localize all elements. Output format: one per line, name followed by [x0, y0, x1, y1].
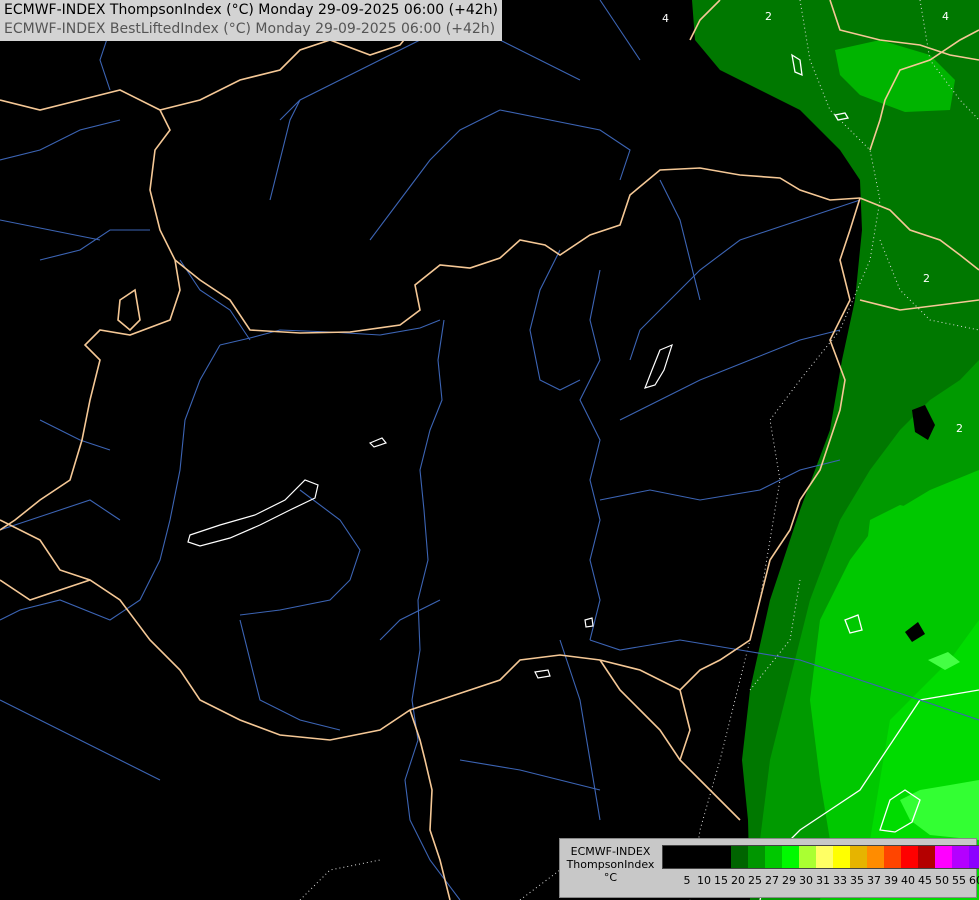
forecast-map[interactable]: 2 2 4 4 2 — [0, 0, 979, 900]
legend-ticks: 5 1015202527293031333537394045505560 — [662, 874, 979, 888]
legend-swatch — [765, 846, 782, 868]
title-best-lifted-index: ECMWF-INDEX BestLiftedIndex (°C) Monday … — [4, 21, 496, 37]
legend-swatch — [952, 846, 969, 868]
legend-tick-label: 35 — [850, 874, 864, 887]
legend-swatch — [697, 846, 714, 868]
legend-tick-label: 30 — [799, 874, 813, 887]
legend-swatch — [969, 846, 979, 868]
legend-tick-label: 29 — [782, 874, 796, 887]
title-thompson-index: ECMWF-INDEX ThompsonIndex (°C) Monday 29… — [4, 2, 498, 18]
contour-label: 2 — [923, 272, 930, 285]
legend-tick-label: 60 — [969, 874, 979, 887]
legend-tick-label: 33 — [833, 874, 847, 887]
contour-label: 4 — [942, 10, 949, 23]
legend-swatch — [782, 846, 799, 868]
legend-swatch — [680, 846, 697, 868]
legend-tick-label: 39 — [884, 874, 898, 887]
legend-swatch — [748, 846, 765, 868]
legend-swatch — [867, 846, 884, 868]
legend-tick-label: 15 — [714, 874, 728, 887]
legend-title: ECMWF-INDEX ThompsonIndex °C — [563, 845, 658, 884]
legend-tick-label: 37 — [867, 874, 881, 887]
legend-swatches — [662, 845, 979, 869]
map-title: ECMWF-INDEX ThompsonIndex (°C) Monday 29… — [0, 0, 502, 41]
legend-swatch — [816, 846, 833, 868]
legend-swatch — [935, 846, 952, 868]
legend-tick-label: 10 — [697, 874, 711, 887]
legend-tick-label: 45 — [918, 874, 932, 887]
legend-swatch — [714, 846, 731, 868]
legend-tick-label: 50 — [935, 874, 949, 887]
legend-swatch — [663, 846, 680, 868]
legend-tick-label: 31 — [816, 874, 830, 887]
legend-swatch — [884, 846, 901, 868]
legend-tick-label: 40 — [901, 874, 915, 887]
legend-swatch — [731, 846, 748, 868]
legend-swatch — [799, 846, 816, 868]
legend-tick-label: 20 — [731, 874, 745, 887]
legend-tick-label: 55 — [952, 874, 966, 887]
contour-label: 2 — [956, 422, 963, 435]
legend-swatch — [833, 846, 850, 868]
legend-swatch — [850, 846, 867, 868]
legend-tick-label: 27 — [765, 874, 779, 887]
legend-model: ECMWF-INDEX — [570, 845, 651, 858]
legend-variable: ThompsonIndex — [566, 858, 655, 871]
legend-tick-label: 25 — [748, 874, 762, 887]
contour-label: 2 — [765, 10, 772, 23]
color-legend: ECMWF-INDEX ThompsonIndex °C 5 10 15 20 25 27… — [559, 838, 979, 898]
legend-tick-label: 5 — [683, 874, 691, 887]
legend-swatch — [918, 846, 935, 868]
legend-unit: °C — [603, 871, 618, 884]
contour-label: 4 — [662, 12, 669, 25]
legend-swatch — [901, 846, 918, 868]
